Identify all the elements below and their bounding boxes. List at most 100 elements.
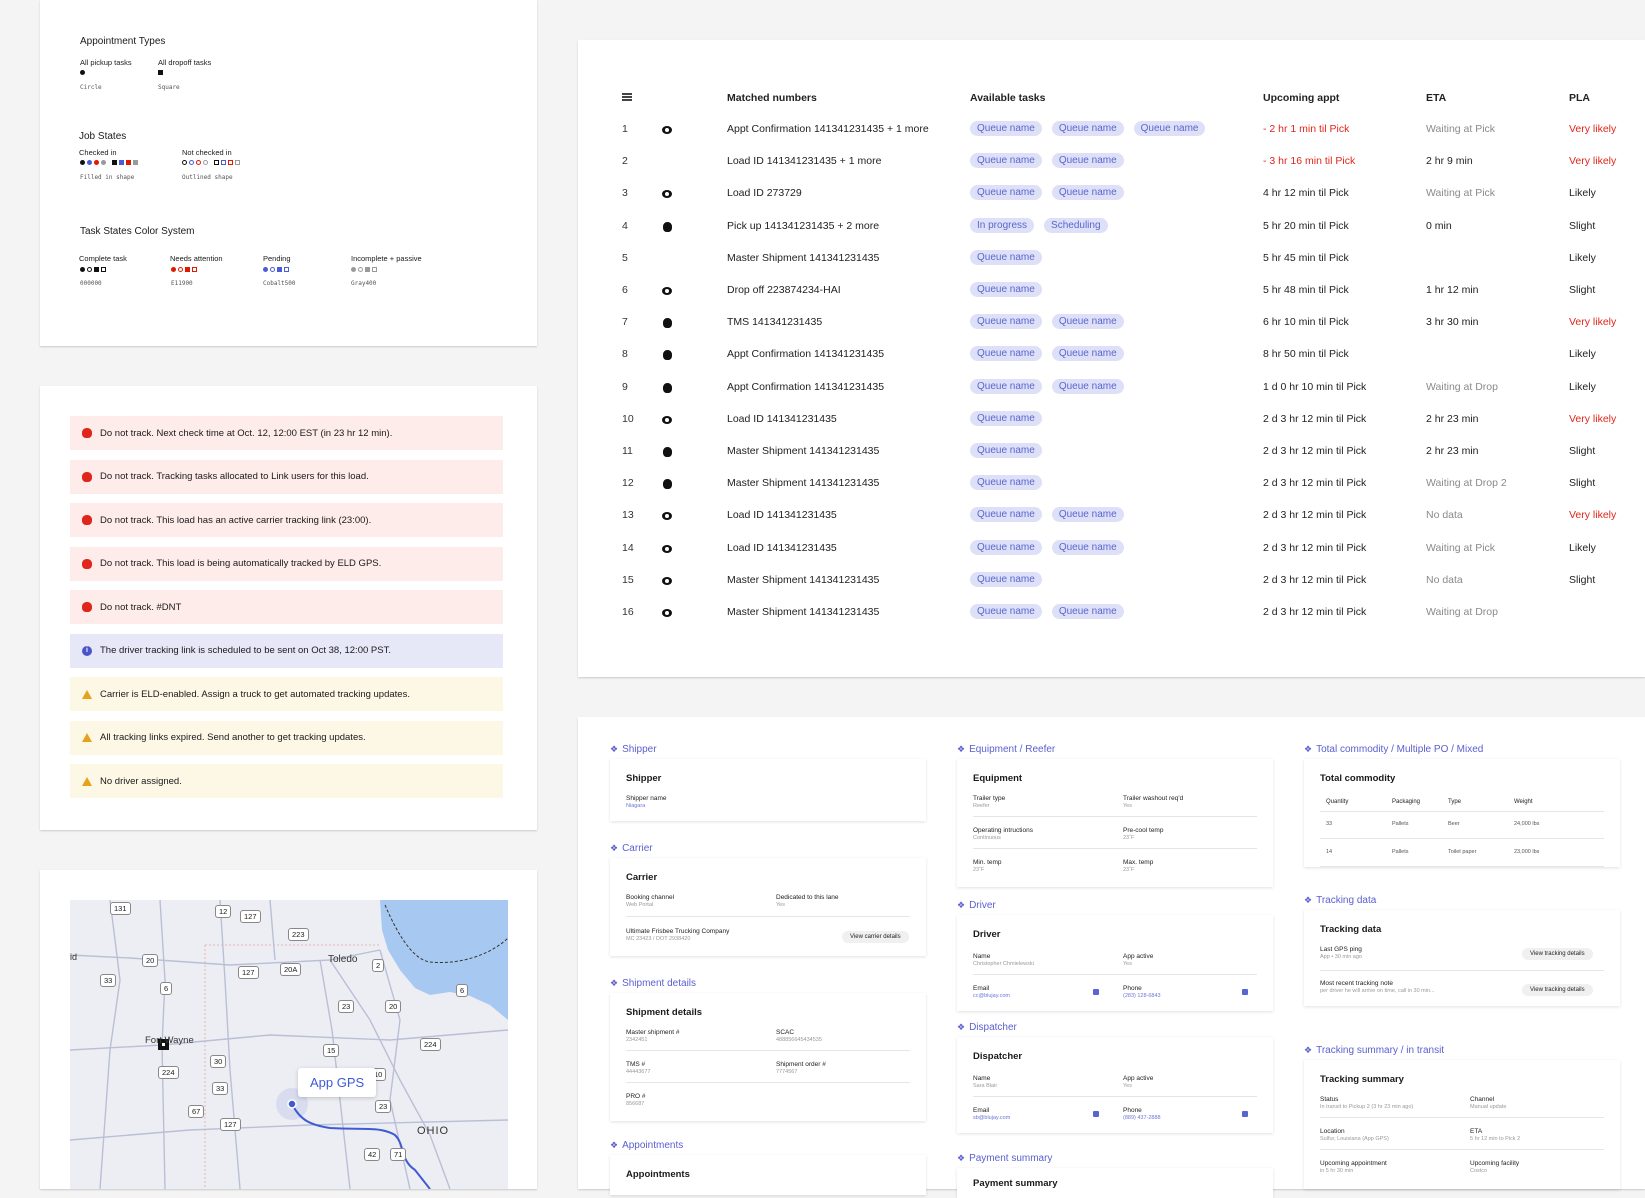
driver-email-value[interactable]: cc@blujay.com — [973, 993, 1010, 999]
task-chip[interactable]: Queue name — [970, 249, 1042, 265]
copy-icon[interactable] — [1093, 1111, 1099, 1117]
task-chip[interactable]: Queue name — [970, 378, 1042, 394]
list-icon[interactable] — [622, 93, 632, 101]
dispatcher-phone-value[interactable]: (889) 437-2888 — [1123, 1115, 1161, 1121]
task-chip[interactable]: Queue name — [970, 346, 1042, 362]
divider — [973, 974, 1257, 975]
table-row[interactable]: 12 Master Shipment 141341231435 Queue name… — [578, 468, 1645, 500]
task-chip[interactable]: Queue name — [1051, 507, 1124, 523]
header-pla[interactable]: PLA — [1569, 92, 1590, 104]
copy-icon[interactable] — [1093, 989, 1099, 995]
view-tracking-details-button[interactable]: View tracking details — [1522, 948, 1593, 960]
hand-stop-icon — [82, 515, 92, 525]
table-row[interactable]: 9 Appt Confirmation 141341231435 Queue nam… — [578, 372, 1645, 404]
eta: 2 hr 23 min — [1426, 412, 1479, 425]
map[interactable]: 131 12 127 223 20 127 20A 2 33 6 6 23 20 224 15 224 30 10… — [70, 900, 508, 1189]
task-chip[interactable]: Queue name — [970, 185, 1042, 201]
table-row[interactable]: 16 Master Shipment 141341231435 Queue name… — [578, 597, 1645, 629]
section-appointments[interactable]: Appointments — [610, 1140, 683, 1151]
matched-numbers[interactable]: Load ID 141341231435 — [727, 509, 837, 521]
matched-numbers[interactable]: Master Shipment 141341231435 — [727, 252, 879, 264]
upcoming-appointment-label: Upcoming appointment — [1320, 1160, 1387, 1167]
matched-numbers[interactable]: TMS 141341231435 — [727, 316, 822, 328]
matched-numbers[interactable]: Load ID 141341231435 — [727, 542, 837, 554]
task-chip[interactable]: Queue name — [970, 314, 1042, 330]
matched-numbers[interactable]: Load ID 273729 — [727, 187, 802, 199]
commodity-header: Quantity — [1326, 799, 1349, 805]
header-appt[interactable]: Upcoming appt — [1263, 92, 1339, 104]
matched-numbers[interactable]: Appt Confirmation 141341231435 + 1 more — [727, 123, 929, 135]
section-shipper[interactable]: Shipper — [610, 744, 656, 755]
task-chip[interactable]: Queue name — [970, 539, 1042, 555]
eta: Waiting at Pick — [1426, 541, 1496, 554]
table-row[interactable]: 14 Load ID 141341231435 Queue name Queue na… — [578, 533, 1645, 565]
task-chip[interactable]: In progress — [970, 217, 1035, 233]
task-chip[interactable]: Queue name — [1051, 153, 1124, 169]
task-chip[interactable]: Queue name — [1051, 185, 1124, 201]
matched-numbers[interactable]: Load ID 141341231435 — [727, 413, 837, 425]
task-chip[interactable]: Queue name — [1051, 378, 1124, 394]
task-chip[interactable]: Queue name — [1051, 121, 1124, 136]
upcoming-appt: 5 hr 45 min til Pick — [1263, 251, 1349, 264]
table-row[interactable]: 3 Load ID 273729 Queue name Queue name 4 hr … — [578, 178, 1645, 210]
task-chip[interactable]: Queue name — [970, 282, 1042, 297]
table-row[interactable]: 15 Master Shipment 141341231435 Queue name… — [578, 565, 1645, 597]
header-matched[interactable]: Matched numbers — [727, 92, 817, 104]
task-chip[interactable]: Queue name — [970, 153, 1042, 169]
section-payment-summary[interactable]: Payment summary — [957, 1153, 1052, 1164]
section-driver[interactable]: Driver — [957, 900, 996, 911]
table-row[interactable]: 2 Load ID 141341231435 + 1 more Queue name… — [578, 146, 1645, 178]
driver-phone-value[interactable]: (283) 128-6843 — [1123, 993, 1161, 999]
task-chip[interactable]: Queue name — [1051, 604, 1124, 619]
row-number: 8 — [622, 348, 628, 361]
section-tracking-data[interactable]: Tracking data — [1304, 895, 1376, 906]
task-chip[interactable]: Queue name — [970, 443, 1042, 458]
section-shipment-details[interactable]: Shipment details — [610, 978, 696, 989]
header-eta[interactable]: ETA — [1426, 92, 1446, 104]
task-chip[interactable]: Queue name — [970, 121, 1042, 136]
section-dispatcher[interactable]: Dispatcher — [957, 1022, 1017, 1033]
gps-location-dot[interactable] — [287, 1099, 297, 1109]
matched-numbers[interactable]: Drop off 223874234-HAI — [727, 284, 841, 296]
task-chip[interactable]: Queue name — [1051, 539, 1124, 555]
table-row[interactable]: 7 TMS 141341231435 Queue name Queue name 6 h… — [578, 307, 1645, 339]
matched-numbers[interactable]: Master Shipment 141341231435 — [727, 574, 879, 586]
table-row[interactable]: 10 Load ID 141341231435 Queue name 2 d 3 hr… — [578, 404, 1645, 436]
section-tracking-summary[interactable]: Tracking summary / in transit — [1304, 1045, 1444, 1056]
matched-numbers[interactable]: Master Shipment 141341231435 — [727, 606, 879, 618]
section-total-commodity[interactable]: Total commodity / Multiple PO / Mixed — [1304, 744, 1483, 755]
copy-icon[interactable] — [1242, 1111, 1248, 1117]
table-row[interactable]: 11 Master Shipment 141341231435 Queue name… — [578, 436, 1645, 468]
matched-numbers[interactable]: Pick up 141341231435 + 2 more — [727, 220, 879, 232]
view-tracking-details-button[interactable]: View tracking details — [1522, 984, 1593, 996]
table-row[interactable]: 13 Load ID 141341231435 Queue name Queue na… — [578, 500, 1645, 532]
table-row[interactable]: 8 Appt Confirmation 141341231435 Queue nam… — [578, 339, 1645, 371]
table-row[interactable]: 5 Master Shipment 141341231435 Queue name 5… — [578, 243, 1645, 275]
shipper-name-value[interactable]: Niagara — [626, 803, 666, 809]
table-row[interactable]: 4 Pick up 141341231435 + 2 more In progres… — [578, 211, 1645, 243]
task-chip[interactable]: Queue name — [1051, 314, 1124, 330]
matched-numbers[interactable]: Appt Confirmation 141341231435 — [727, 348, 884, 360]
task-chip[interactable]: Queue name — [970, 410, 1042, 426]
task-chip[interactable]: Queue name — [970, 507, 1042, 523]
matched-numbers[interactable]: Master Shipment 141341231435 — [727, 445, 879, 457]
task-chip[interactable]: Queue name — [1051, 346, 1124, 362]
section-equipment[interactable]: Equipment / Reefer — [957, 744, 1055, 755]
header-tasks[interactable]: Available tasks — [970, 92, 1046, 104]
copy-icon[interactable] — [1242, 989, 1248, 995]
matched-numbers[interactable]: Appt Confirmation 141341231435 — [727, 381, 884, 393]
view-carrier-details-button[interactable]: View carrier details — [842, 931, 909, 943]
task-chip[interactable]: Queue name — [970, 571, 1042, 587]
table-row[interactable]: 1 Appt Confirmation 141341231435 + 1 more… — [578, 114, 1645, 146]
task-chip[interactable]: Queue name — [970, 475, 1042, 491]
table-row[interactable]: 6 Drop off 223874234-HAI Queue name 5 hr 48… — [578, 275, 1645, 307]
min-temp-label: Min. temp — [973, 859, 1002, 866]
matched-numbers[interactable]: Master Shipment 141341231435 — [727, 477, 879, 489]
matched-numbers[interactable]: Load ID 141341231435 + 1 more — [727, 155, 881, 167]
section-carrier[interactable]: Carrier — [610, 843, 653, 854]
task-chip[interactable]: Queue name — [1133, 121, 1206, 136]
divider — [626, 1050, 910, 1051]
dispatcher-email-value[interactable]: sb@blujay.com — [973, 1115, 1010, 1121]
task-chip[interactable]: Queue name — [970, 604, 1042, 619]
task-chip[interactable]: Scheduling — [1044, 217, 1108, 233]
